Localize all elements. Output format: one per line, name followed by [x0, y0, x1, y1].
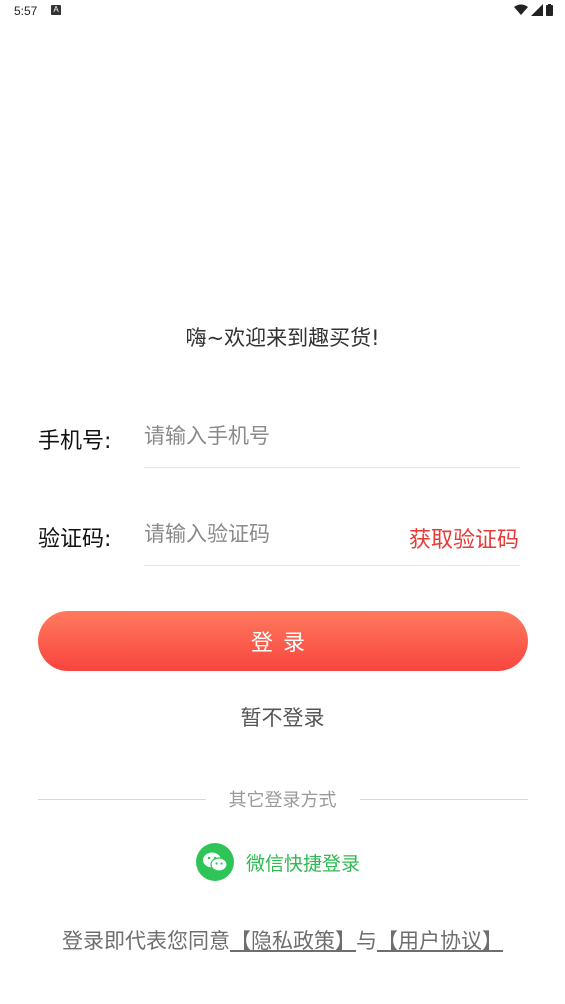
wechat-login-label: 微信快捷登录: [246, 852, 361, 875]
login-button[interactable]: 登录: [38, 611, 528, 671]
code-label: 验证码:: [38, 527, 112, 552]
signal-icon: [531, 4, 543, 16]
phone-input[interactable]: [144, 421, 504, 451]
agreement-and: 与: [356, 929, 377, 953]
agreement-text: 登录即代表您同意【隐私政策】与【用户协议】: [50, 920, 515, 962]
get-code-button[interactable]: 获取验证码: [409, 522, 519, 554]
status-icons: [514, 4, 553, 16]
skip-login-button[interactable]: 暂不登录: [0, 702, 565, 732]
wechat-icon: [196, 843, 234, 881]
divider-right: [360, 799, 528, 800]
phone-label: 手机号:: [38, 429, 112, 454]
battery-icon: [546, 4, 553, 16]
phone-underline: [144, 467, 520, 468]
user-agreement-link[interactable]: 【用户协议】: [377, 929, 503, 953]
status-bar: 5:57 A: [0, 0, 565, 24]
welcome-title: 嗨~欢迎来到趣买货!: [185, 326, 380, 350]
wifi-icon: [514, 4, 528, 15]
notification-icon: A: [51, 5, 61, 15]
agreement-prefix: 登录即代表您同意: [62, 929, 230, 953]
privacy-policy-link[interactable]: 【隐私政策】: [230, 929, 356, 953]
wechat-login-button[interactable]: 微信快捷登录: [196, 843, 360, 881]
code-underline: [144, 565, 520, 566]
status-time: 5:57: [14, 4, 38, 18]
code-input[interactable]: [144, 519, 384, 549]
